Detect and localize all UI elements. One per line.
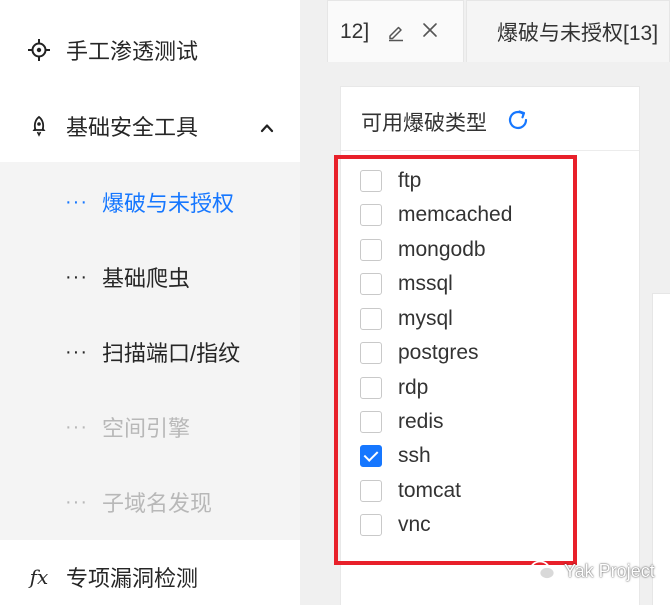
option-ssh[interactable]: ssh	[360, 440, 431, 472]
chevron-up-icon[interactable]	[258, 117, 276, 135]
option-postgres[interactable]: postgres	[360, 337, 479, 369]
checkbox-checked[interactable]	[360, 445, 382, 467]
tab-brute-force[interactable]: 爆破与未授权[13]	[466, 0, 670, 62]
checkbox[interactable]	[360, 308, 382, 330]
option-label: redis	[398, 410, 444, 433]
edit-icon[interactable]	[386, 22, 406, 42]
sidebar-subitem-label: 子域名发现	[102, 491, 213, 516]
watermark: Yak Project	[530, 560, 655, 582]
tab-label: 爆破与未授权[13]	[497, 21, 659, 45]
dots-icon: ···	[65, 415, 88, 438]
dots-icon: ···	[65, 340, 88, 363]
sidebar-item-vuln-detection[interactable]: fx 专项漏洞检测	[0, 547, 300, 607]
option-vnc[interactable]: vnc	[360, 509, 431, 541]
tab-previous[interactable]: 12]	[327, 0, 464, 62]
checkbox[interactable]	[360, 480, 382, 502]
watermark-text: Yak Project	[564, 560, 655, 581]
sidebar-subitem-label: 空间引擎	[102, 416, 191, 441]
rocket-icon	[27, 114, 51, 138]
sidebar-item-label: 手工渗透测试	[66, 39, 199, 64]
layout-gutter	[300, 0, 327, 605]
refresh-icon[interactable]	[505, 107, 531, 133]
sidebar-item-label: 基础安全工具	[66, 115, 199, 140]
option-label: memcached	[398, 203, 513, 226]
checkbox[interactable]	[360, 377, 382, 399]
checkbox[interactable]	[360, 342, 382, 364]
option-label: mysql	[398, 307, 453, 330]
sidebar-subitem-space-engine: ··· 空间引擎	[0, 397, 300, 457]
sidebar-subitem-label: 扫描端口/指纹	[102, 341, 241, 366]
checkbox[interactable]	[360, 170, 382, 192]
option-ftp[interactable]: ftp	[360, 165, 421, 197]
option-label: mssql	[398, 272, 453, 295]
checkbox[interactable]	[360, 411, 382, 433]
checkbox[interactable]	[360, 239, 382, 261]
option-mysql[interactable]: mysql	[360, 303, 453, 335]
sidebar-item-basic-security-tools[interactable]: 基础安全工具	[0, 96, 300, 156]
right-panel-edge	[652, 293, 670, 605]
option-label: tomcat	[398, 479, 462, 502]
sidebar-subitem-brute-force[interactable]: ··· 爆破与未授权	[0, 172, 300, 232]
dots-icon: ···	[65, 265, 88, 288]
dots-icon: ···	[65, 490, 88, 513]
sidebar-item-label: 专项漏洞检测	[66, 566, 199, 591]
tab-label: 12]	[340, 19, 370, 43]
option-mssql[interactable]: mssql	[360, 268, 453, 300]
sidebar-subitem-label: 爆破与未授权	[102, 191, 235, 216]
sidebar-subitem-label: 基础爬虫	[102, 266, 191, 291]
checkbox[interactable]	[360, 204, 382, 226]
dots-icon: ···	[65, 190, 88, 213]
option-label: postgres	[398, 341, 479, 364]
wechat-icon	[530, 560, 556, 580]
panel-title: 可用爆破类型	[361, 112, 487, 135]
sidebar-subitem-basic-crawler[interactable]: ··· 基础爬虫	[0, 247, 300, 307]
crosshair-icon	[27, 38, 51, 62]
option-label: rdp	[398, 376, 429, 399]
option-rdp[interactable]: rdp	[360, 372, 428, 404]
sidebar-subitem-subdomain: ··· 子域名发现	[0, 472, 300, 532]
panel-header: 可用爆破类型	[341, 87, 639, 151]
option-label: ftp	[398, 169, 422, 192]
option-tomcat[interactable]: tomcat	[360, 475, 461, 507]
option-label: mongodb	[398, 238, 486, 261]
option-memcached[interactable]: memcached	[360, 199, 512, 231]
sidebar: 手工渗透测试 基础安全工具 ··· 爆破与未授权 ··· 基础爬虫 ··· 扫描…	[0, 0, 300, 605]
sidebar-subitem-port-scan[interactable]: ··· 扫描端口/指纹	[0, 322, 300, 382]
option-label: vnc	[398, 513, 431, 536]
close-icon[interactable]	[421, 21, 439, 39]
option-label: ssh	[398, 444, 431, 467]
option-redis[interactable]: redis	[360, 406, 444, 438]
fx-icon: fx	[29, 565, 49, 589]
checkbox[interactable]	[360, 514, 382, 536]
option-mongodb[interactable]: mongodb	[360, 234, 486, 266]
sidebar-item-manual-pentest[interactable]: 手工渗透测试	[0, 20, 300, 80]
checkbox[interactable]	[360, 273, 382, 295]
